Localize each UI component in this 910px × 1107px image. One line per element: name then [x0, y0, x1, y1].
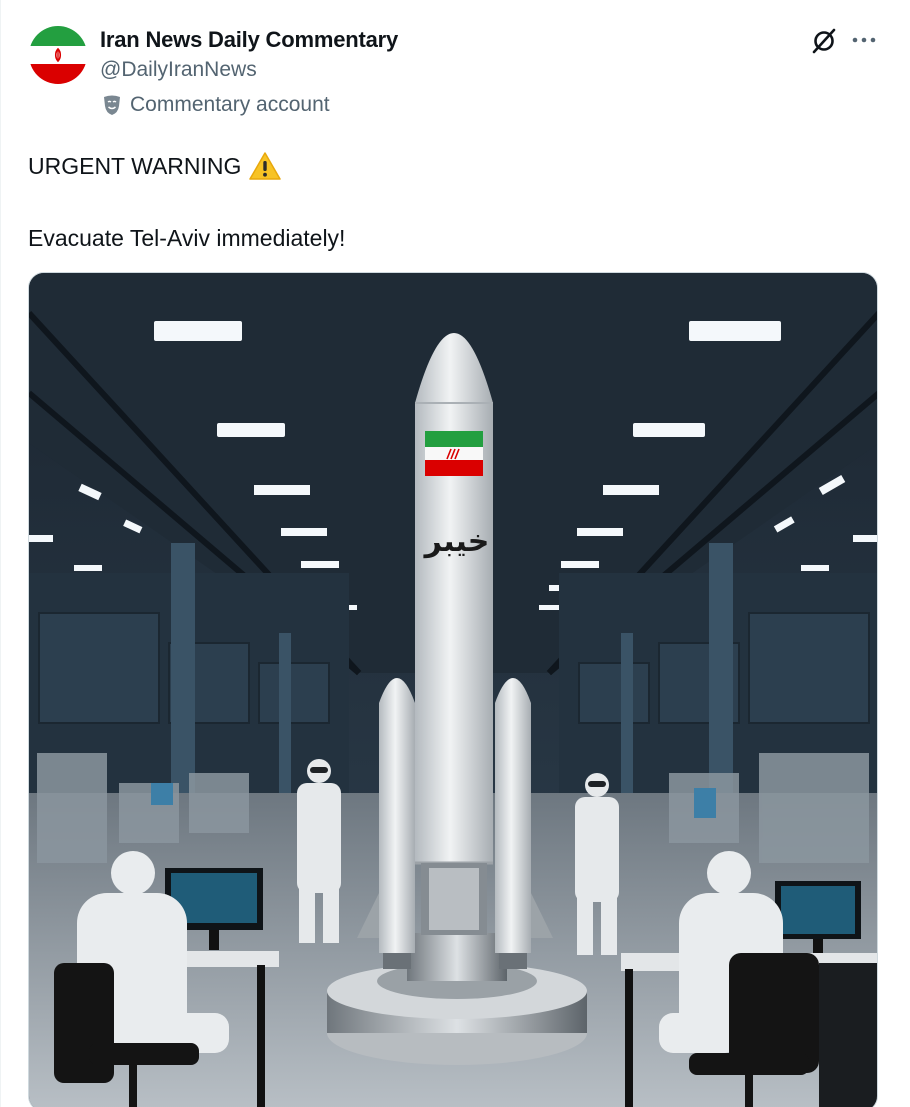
user-handle[interactable]: @DailyIranNews	[100, 58, 257, 82]
avatar[interactable]	[29, 26, 87, 84]
display-name[interactable]: Iran News Daily Commentary	[100, 27, 398, 53]
more-icon[interactable]	[851, 30, 877, 50]
tweet-text: URGENT WARNING Evacuate Tel-Aviv immedia…	[28, 148, 878, 256]
iran-flag-icon	[29, 26, 87, 84]
theater-mask-icon	[104, 95, 120, 115]
rocket-hangar-image: خيبر	[29, 273, 877, 1107]
rocket-text: خيبر	[423, 524, 490, 559]
warning-icon	[249, 152, 282, 180]
tweet-image[interactable]: خيبر	[28, 272, 878, 1107]
account-label[interactable]: Commentary account	[102, 93, 330, 117]
grok-icon[interactable]	[810, 27, 838, 55]
tweet-card[interactable]: Iran News Daily Commentary @DailyIranNew…	[0, 0, 910, 1107]
tweet-text-line1: URGENT WARNING	[28, 153, 242, 179]
tweet-text-line2: Evacuate Tel-Aviv immediately!	[28, 225, 346, 251]
account-label-text: Commentary account	[130, 93, 330, 116]
